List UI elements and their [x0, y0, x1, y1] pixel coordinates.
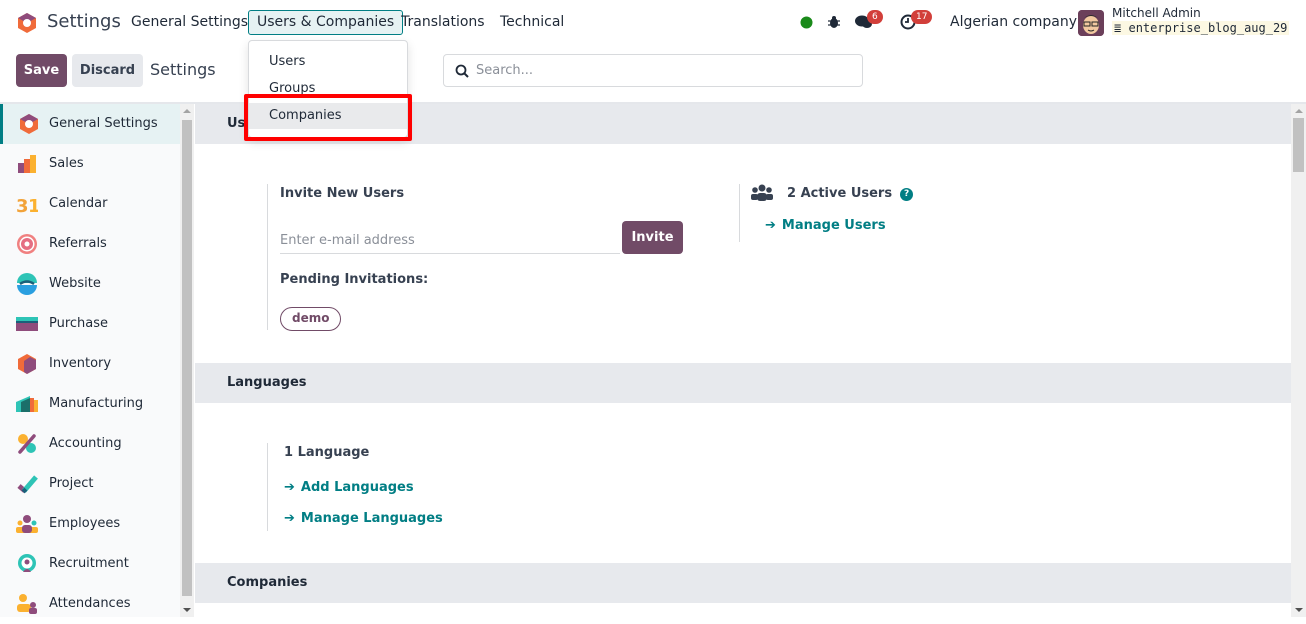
purchase-icon	[16, 317, 38, 331]
sidebar-item-accounting[interactable]: Accounting	[0, 424, 180, 464]
content-scrollbar[interactable]	[1291, 104, 1306, 617]
app-name[interactable]: Settings	[47, 11, 121, 32]
save-button[interactable]: Save	[16, 54, 67, 87]
attendances-icon	[17, 594, 37, 614]
divider	[267, 443, 268, 531]
sidebar-item-project[interactable]: Project	[0, 464, 180, 504]
menu-users-companies[interactable]: Users & Companies	[248, 10, 404, 35]
recruitment-icon	[18, 554, 36, 572]
database-name: ≣ enterprise_blog_aug_29	[1112, 21, 1290, 35]
messages-count-badge: 6	[867, 10, 883, 24]
employees-icon	[16, 515, 38, 533]
sidebar-item-purchase[interactable]: Purchase	[0, 304, 180, 344]
website-icon	[17, 273, 37, 295]
language-count: 1 Language	[284, 445, 370, 460]
active-users-count: 2 Active Users?	[787, 186, 914, 201]
user-avatar[interactable]	[1078, 10, 1104, 36]
scroll-up-arrow-icon[interactable]	[183, 109, 191, 113]
sidebar-item-sales[interactable]: Sales	[0, 144, 180, 184]
invite-new-users-label: Invite New Users	[280, 186, 405, 201]
invite-button[interactable]: Invite	[622, 221, 683, 254]
sidebar-item-manufacturing[interactable]: Manufacturing	[0, 384, 180, 424]
content-scrollbar-thumb[interactable]	[1293, 118, 1304, 172]
scroll-down-arrow-icon[interactable]	[1295, 608, 1303, 612]
sidebar-scrollbar-thumb[interactable]	[182, 120, 192, 596]
debug-bug-icon[interactable]	[827, 15, 841, 29]
menu-translations[interactable]: Translations	[392, 10, 494, 35]
dropdown-item-users[interactable]: Users	[249, 49, 407, 75]
scroll-up-arrow-icon[interactable]	[1295, 109, 1303, 113]
search-icon	[455, 64, 469, 78]
page-title: Settings	[150, 60, 216, 79]
annotation-highlight-box	[244, 94, 412, 141]
invite-email-input[interactable]: Enter e-mail address	[280, 229, 620, 254]
search-input[interactable]: Search...	[443, 54, 863, 87]
sidebar-item-recruitment[interactable]: Recruitment	[0, 544, 180, 584]
menu-technical[interactable]: Technical	[491, 10, 573, 35]
users-group-icon	[751, 184, 773, 201]
accounting-icon	[18, 434, 36, 454]
manage-users-link[interactable]: ➔ Manage Users	[765, 218, 886, 233]
project-icon	[17, 475, 38, 494]
sidebar-item-referrals[interactable]: Referrals	[0, 224, 180, 264]
scroll-down-arrow-icon[interactable]	[183, 608, 191, 612]
sidebar-item-general-settings[interactable]: General Settings	[0, 104, 180, 144]
referrals-icon	[17, 234, 37, 254]
user-name[interactable]: Mitchell Admin	[1112, 6, 1201, 20]
calendar-icon: 31	[16, 196, 38, 215]
sales-icon	[18, 155, 36, 173]
inventory-icon	[18, 354, 36, 374]
section-header-companies: Companies	[195, 563, 1291, 603]
divider	[267, 184, 268, 330]
settings-content: Users Invite New Users Enter e-mail addr…	[195, 104, 1291, 617]
add-languages-link[interactable]: ➔ Add Languages	[284, 480, 414, 495]
activities-count-badge: 17	[911, 10, 933, 24]
database-icon: ≣	[1114, 21, 1122, 35]
sidebar-item-website[interactable]: Website	[0, 264, 180, 304]
sidebar-scrollbar[interactable]	[180, 104, 194, 617]
svg-text:1: 1	[28, 196, 38, 215]
pending-invitation-tag[interactable]: demo	[280, 307, 342, 331]
company-switcher[interactable]: Algerian company	[950, 14, 1077, 30]
sidebar-item-inventory[interactable]: Inventory	[0, 344, 180, 384]
arrow-right-icon: ➔	[765, 218, 776, 233]
arrow-right-icon: ➔	[284, 480, 295, 495]
settings-icon	[20, 114, 38, 134]
sidebar-item-attendances[interactable]: Attendances	[0, 584, 180, 624]
status-dot-icon	[800, 16, 813, 29]
settings-sidebar: General Settings Sales 31 Calendar Refer…	[0, 104, 180, 617]
section-header-languages: Languages	[195, 363, 1291, 403]
sidebar-item-calendar[interactable]: 31 Calendar	[0, 184, 180, 224]
discard-button[interactable]: Discard	[72, 54, 143, 87]
settings-app-logo-icon[interactable]	[16, 12, 38, 34]
svg-text:3: 3	[16, 196, 29, 215]
sidebar-item-employees[interactable]: Employees	[0, 504, 180, 544]
search-placeholder: Search...	[476, 63, 534, 78]
divider	[739, 184, 740, 242]
top-navbar: Settings General Settings Users & Compan…	[0, 0, 1306, 46]
avatar-face-icon	[1078, 10, 1104, 36]
manufacturing-icon	[16, 396, 38, 412]
pending-invitations-label: Pending Invitations:	[280, 272, 429, 287]
menu-general-settings[interactable]: General Settings	[122, 10, 257, 35]
help-icon[interactable]: ?	[900, 188, 914, 201]
manage-languages-link[interactable]: ➔ Manage Languages	[284, 511, 443, 526]
arrow-right-icon: ➔	[284, 511, 295, 526]
